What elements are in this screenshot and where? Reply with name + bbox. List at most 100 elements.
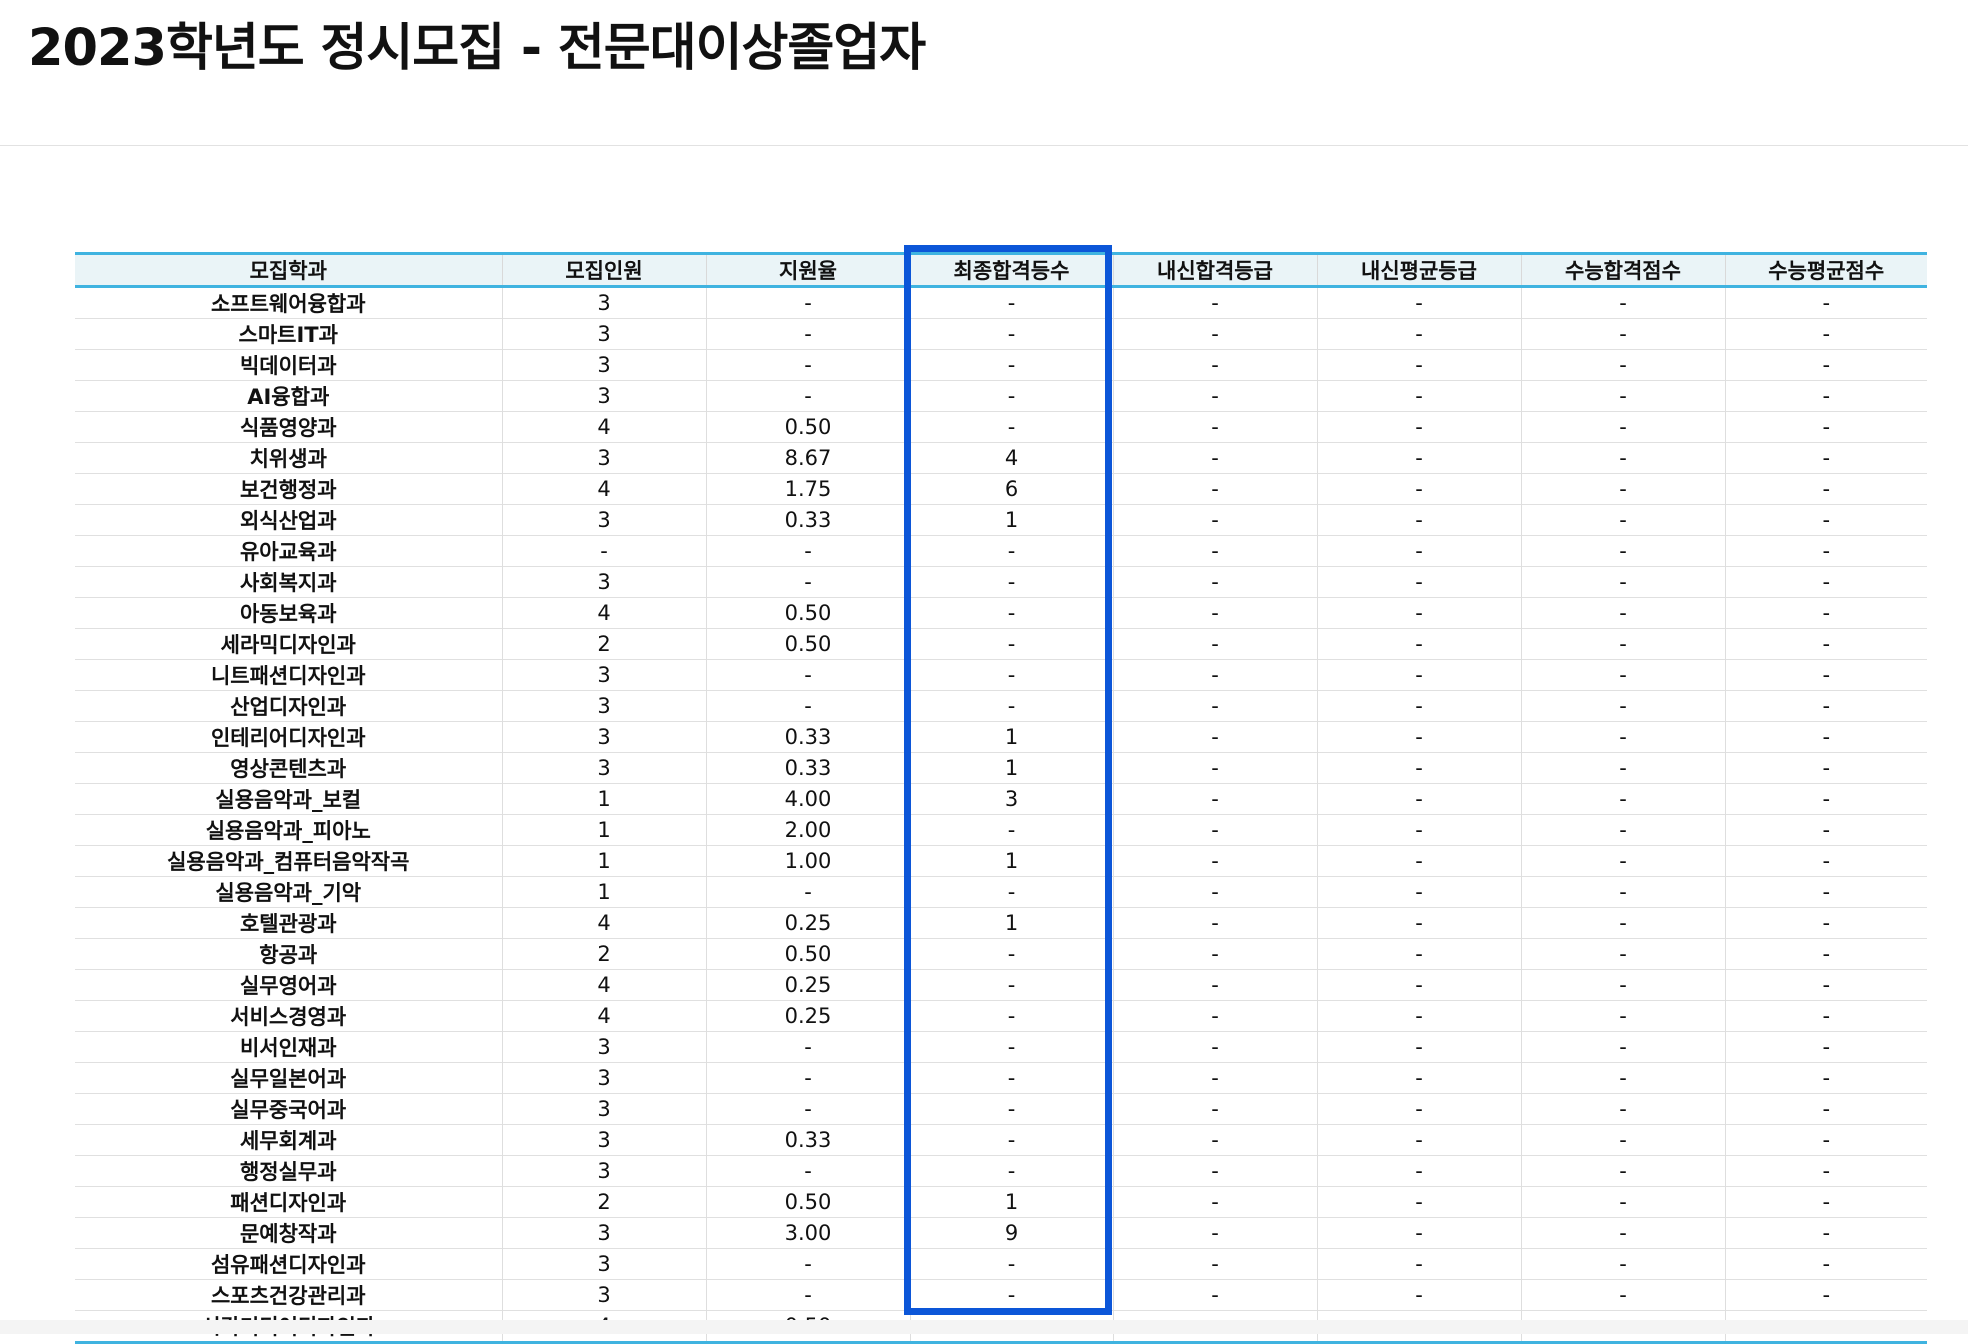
cell-csat-avg-score: -	[1724, 473, 1927, 505]
cell-csat-pass-score: -	[1520, 907, 1725, 939]
cell-department: 실용음악과_보컬	[75, 783, 502, 815]
cell-final-rank: 4	[909, 442, 1113, 474]
admissions-table: 모집학과 모집인원 지원율 최종합격등수 내신합격등급 내신평균등급 수능합격점수 수능평균점…	[75, 252, 1927, 1344]
cell-csat-pass-score: -	[1520, 566, 1725, 598]
table-row: 실용음악과_보컬 1 4.00 3- - - -	[75, 783, 1927, 815]
cell-csat-pass-score: -	[1520, 411, 1725, 443]
cell-gpa-pass-grade: -	[1112, 380, 1317, 412]
cell-quota: 4	[501, 597, 706, 629]
cell-csat-pass-score: -	[1520, 1217, 1725, 1249]
table-row: 치위생과 3 8.67 4- - - -	[75, 442, 1927, 474]
cell-quota: 2	[501, 1186, 706, 1218]
cell-final-rank: -	[909, 411, 1113, 443]
table-header-row: 모집학과 모집인원 지원율 최종합격등수 내신합격등급 내신평균등급 수능합격점수 수능평균점…	[75, 253, 1927, 288]
cell-gpa-pass-grade: -	[1112, 1155, 1317, 1187]
table-row: AI융합과 3- - - - - -	[75, 380, 1927, 412]
cell-gpa-pass-grade: -	[1112, 1093, 1317, 1125]
cell-gpa-pass-grade: -	[1112, 628, 1317, 660]
table-row: 실용음악과_컴퓨터음악작곡 1 1.00 1- - - -	[75, 845, 1927, 877]
cell-csat-pass-score: -	[1520, 969, 1725, 1001]
cell-application-rate: -	[705, 1248, 910, 1280]
cell-csat-avg-score: -	[1724, 814, 1927, 846]
cell-quota: 3	[501, 1124, 706, 1156]
table-body: 소프트웨어융합과 3- - - - - - 스마트IT과 3- - - - - - 빅데이터과 3- - - - - -…	[75, 286, 1927, 1343]
cell-csat-pass-score: -	[1520, 597, 1725, 629]
cell-csat-avg-score: -	[1724, 1248, 1927, 1280]
page-title: 2023학년도 정시모집 - 전문대이상졸업자	[28, 19, 926, 78]
column-header-quota: 모집인원	[501, 253, 706, 288]
cell-quota: 3	[501, 1248, 706, 1280]
table-row: 유아교육과 - - - - - - -	[75, 535, 1927, 567]
cell-application-rate: 0.33	[705, 504, 910, 536]
page-header: 2023학년도 정시모집 - 전문대이상졸업자	[0, 0, 1968, 146]
cell-application-rate: 0.33	[705, 752, 910, 784]
cell-final-rank: -	[909, 1093, 1113, 1125]
cell-department: 행정실무과	[75, 1155, 502, 1187]
cell-department: 항공과	[75, 938, 502, 970]
cell-gpa-pass-grade: -	[1112, 1124, 1317, 1156]
cell-csat-avg-score: -	[1724, 535, 1927, 567]
cell-gpa-pass-grade: -	[1112, 473, 1317, 505]
cell-csat-avg-score: -	[1724, 938, 1927, 970]
cell-gpa-avg-grade: -	[1316, 1217, 1521, 1249]
cell-csat-pass-score: -	[1520, 1031, 1725, 1063]
cell-gpa-pass-grade: -	[1112, 1031, 1317, 1063]
cell-gpa-avg-grade: -	[1316, 504, 1521, 536]
cell-final-rank: -	[909, 1062, 1113, 1094]
cell-application-rate: 3.00	[705, 1217, 910, 1249]
cell-gpa-avg-grade: -	[1316, 969, 1521, 1001]
cell-department: 빅데이터과	[75, 349, 502, 381]
cell-gpa-avg-grade: -	[1316, 1186, 1521, 1218]
table-row: 세라믹디자인과 2 0.50- - - - -	[75, 628, 1927, 660]
cell-department: 실무일본어과	[75, 1062, 502, 1094]
cell-application-rate: -	[705, 318, 910, 350]
cell-department: 세무회계과	[75, 1124, 502, 1156]
cell-gpa-pass-grade: -	[1112, 938, 1317, 970]
cell-gpa-pass-grade: -	[1112, 721, 1317, 753]
cell-application-rate: -	[705, 690, 910, 722]
cell-csat-avg-score: -	[1724, 597, 1927, 629]
cell-department: 서비스경영과	[75, 1000, 502, 1032]
cell-gpa-pass-grade: -	[1112, 845, 1317, 877]
cell-csat-avg-score: -	[1724, 659, 1927, 691]
cell-department: 식품영양과	[75, 411, 502, 443]
cell-final-rank: -	[909, 286, 1113, 319]
table-row: 호텔관광과 4 0.25 1- - - -	[75, 907, 1927, 939]
cell-gpa-avg-grade: -	[1316, 1279, 1521, 1311]
table-row: 소프트웨어융합과 3- - - - - -	[75, 286, 1927, 319]
cell-quota: 4	[501, 473, 706, 505]
cell-gpa-pass-grade: -	[1112, 349, 1317, 381]
cell-final-rank: -	[909, 535, 1113, 567]
cell-gpa-avg-grade: -	[1316, 659, 1521, 691]
column-header-gpa-avg-grade: 내신평균등급	[1316, 253, 1521, 288]
cell-gpa-pass-grade: -	[1112, 783, 1317, 815]
cell-quota: 2	[501, 938, 706, 970]
table-row: 섬유패션디자인과 3- - - - - -	[75, 1248, 1927, 1280]
table-row: 니트패션디자인과 3- - - - - -	[75, 659, 1927, 691]
table-row: 보건행정과 4 1.75 6- - - -	[75, 473, 1927, 505]
cell-csat-avg-score: -	[1724, 1000, 1927, 1032]
cell-gpa-pass-grade: -	[1112, 1248, 1317, 1280]
cell-quota: 4	[501, 969, 706, 1001]
cell-csat-pass-score: -	[1520, 845, 1725, 877]
cell-gpa-pass-grade: -	[1112, 411, 1317, 443]
cell-csat-avg-score: -	[1724, 286, 1927, 319]
cell-department: 실무영어과	[75, 969, 502, 1001]
cell-quota: -	[501, 535, 706, 567]
cell-csat-avg-score: -	[1724, 1062, 1927, 1094]
cell-department: 소프트웨어융합과	[210, 292, 366, 316]
table-row: 항공과 2 0.50- - - - -	[75, 938, 1927, 970]
cell-application-rate: 2.00	[705, 814, 910, 846]
cell-csat-pass-score: -	[1520, 1000, 1725, 1032]
cell-gpa-avg-grade: -	[1316, 1000, 1521, 1032]
cell-gpa-avg-grade: -	[1316, 473, 1521, 505]
cell-final-rank: -	[909, 566, 1113, 598]
cell-csat-pass-score: -	[1520, 783, 1725, 815]
cell-gpa-avg-grade: -	[1316, 1248, 1521, 1280]
cell-csat-avg-score: -	[1724, 721, 1927, 753]
cell-gpa-pass-grade: -	[1112, 535, 1317, 567]
cell-quota: 1	[501, 783, 706, 815]
cell-gpa-pass-grade: -	[1112, 1279, 1317, 1311]
cell-csat-avg-score: -	[1724, 504, 1927, 536]
cell-quota: 3	[501, 380, 706, 412]
